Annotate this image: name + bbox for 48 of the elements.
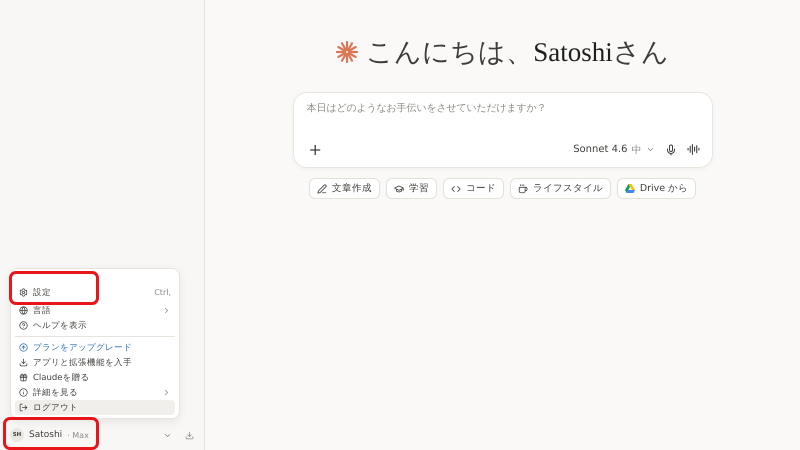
menu-item-label: アプリと拡張機能を入手 [33, 356, 133, 368]
chevron-icon [162, 306, 171, 315]
menu-item-icon [19, 321, 28, 330]
suggestion-chip[interactable]: コード [442, 178, 504, 199]
menu-item-label: ログアウト [33, 402, 79, 414]
pencil-icon [316, 184, 327, 194]
graduation-cap-icon [394, 184, 404, 194]
menu-item-icon [19, 343, 28, 352]
microphone-icon[interactable] [664, 144, 676, 156]
menu-item-icon [19, 403, 28, 412]
message-input[interactable]: 本日はどのようなお手伝いをさせていただけますか？ [306, 103, 700, 114]
menu-item-icon [19, 288, 28, 297]
menu-item-label: 設定 [33, 286, 52, 298]
chevron-icon [162, 388, 171, 397]
suggestion-chip[interactable]: ライフスタイル [510, 178, 611, 199]
menu-item-icon [19, 388, 28, 397]
menu-item-label: 言語 [33, 304, 52, 316]
menu-item-label: Claudeを贈る [33, 372, 91, 384]
menu-item[interactable]: Claudeを贈る [15, 370, 175, 385]
menu-item[interactable]: 設定 Ctrl, [15, 285, 175, 300]
menu-item-icon [19, 373, 28, 382]
menu-item[interactable]: プランをアップグレード [15, 340, 175, 355]
cup-icon [518, 184, 528, 194]
sparkle-logo-icon [336, 41, 358, 63]
suggestion-chip[interactable]: Drive から [616, 178, 696, 199]
menu-item[interactable]: ログアウト [15, 400, 175, 415]
code-icon [450, 184, 461, 194]
shortcut-label: Ctrl, [154, 288, 171, 297]
model-selector[interactable]: Sonnet 4.6 中 [573, 142, 654, 156]
plan-label: · Max [67, 430, 89, 440]
menu-item-icon [19, 358, 28, 367]
menu-item[interactable]: 詳細を見る [15, 385, 175, 400]
menu-item-label: 詳細を見る [33, 386, 79, 398]
drive-icon [624, 184, 635, 193]
menu-item[interactable]: アプリと拡張機能を入手 [15, 355, 175, 370]
suggestion-chip[interactable]: 学習 [386, 178, 437, 199]
user-name: Satoshi [29, 430, 62, 440]
download-icon[interactable] [185, 430, 194, 440]
add-button[interactable]: + [306, 140, 324, 159]
menu-item-icon [19, 306, 28, 315]
menu-item[interactable]: ヘルプを表示 [15, 318, 175, 333]
greeting-text: こんにちは、Satoshiさん [366, 36, 669, 69]
menu-item-label: プランをアップグレード [33, 342, 133, 354]
menu-item-label: ヘルプを表示 [33, 320, 88, 332]
menu-item[interactable]: 言語 [15, 303, 175, 318]
chevron-icon [646, 145, 654, 154]
audio-wave-icon[interactable] [686, 143, 700, 156]
suggestion-chip[interactable]: 文章作成 [308, 178, 380, 199]
